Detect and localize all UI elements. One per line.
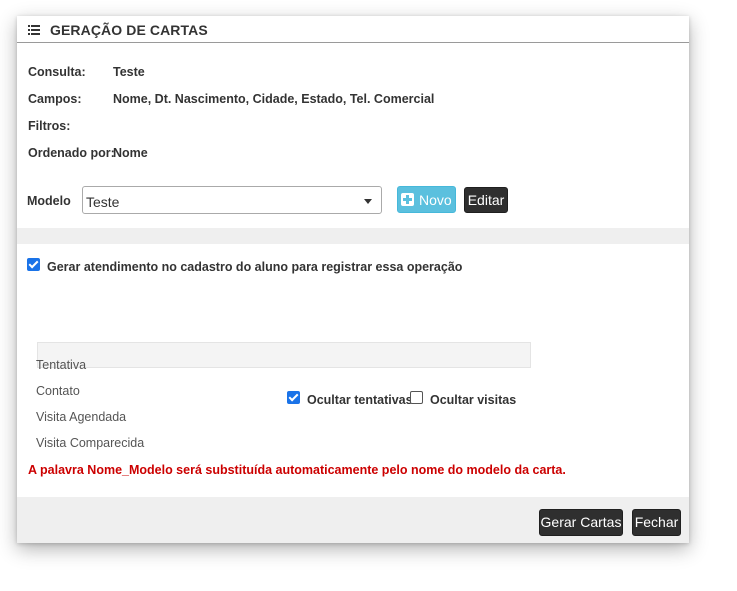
editar-button-label: Editar <box>467 192 505 208</box>
consulta-value: Teste <box>113 65 145 79</box>
gerar-atendimento-label: Gerar atendimento no cadastro do aluno p… <box>47 260 463 274</box>
plus-icon <box>401 193 414 206</box>
ocultar-visitas-checkbox[interactable] <box>410 391 423 404</box>
campos-label: Campos: <box>28 92 82 106</box>
options-section: Gerar atendimento no cadastro do aluno p… <box>17 244 689 497</box>
list-icon <box>28 25 40 35</box>
status-list-bar <box>37 342 531 368</box>
editar-button[interactable]: Editar <box>464 187 508 213</box>
novo-button[interactable]: Novo <box>397 186 456 213</box>
novo-button-label: Novo <box>419 192 452 208</box>
ordenado-value: Nome <box>113 146 148 160</box>
modelo-select[interactable]: Teste <box>82 186 382 214</box>
status-item-tentativa[interactable]: Tentativa <box>36 358 86 372</box>
fechar-button[interactable]: Fechar <box>632 509 681 536</box>
modelo-label: Modelo <box>27 194 71 208</box>
fechar-button-label: Fechar <box>634 514 679 530</box>
chevron-down-icon <box>364 199 372 204</box>
letter-generation-dialog: GERAÇÃO DE CARTAS Consulta: Teste Campos… <box>17 16 689 543</box>
gerar-cartas-button[interactable]: Gerar Cartas <box>539 509 623 536</box>
ocultar-visitas-label: Ocultar visitas <box>430 393 517 407</box>
dialog-header: GERAÇÃO DE CARTAS <box>17 16 689 43</box>
gerar-cartas-button-label: Gerar Cartas <box>540 514 622 530</box>
status-item-visita-agendada[interactable]: Visita Agendada <box>36 410 126 424</box>
filtros-label: Filtros: <box>28 119 71 133</box>
modelo-selected-value: Teste <box>86 194 120 210</box>
campos-value: Nome, Dt. Nascimento, Cidade, Estado, Te… <box>113 92 435 106</box>
consulta-label: Consulta: <box>28 65 86 79</box>
gerar-atendimento-checkbox[interactable] <box>27 258 40 271</box>
query-info-section: GERAÇÃO DE CARTAS Consulta: Teste Campos… <box>17 16 689 228</box>
ordenado-label: Ordenado por: <box>28 146 115 160</box>
ocultar-tentativas-label: Ocultar tentativas <box>307 393 413 407</box>
ocultar-tentativas-checkbox[interactable] <box>287 391 300 404</box>
status-item-visita-comparecida[interactable]: Visita Comparecida <box>36 436 144 450</box>
page-title: GERAÇÃO DE CARTAS <box>50 22 208 38</box>
status-item-contato[interactable]: Contato <box>36 384 80 398</box>
template-note: A palavra Nome_Modelo será substituída a… <box>28 463 566 477</box>
